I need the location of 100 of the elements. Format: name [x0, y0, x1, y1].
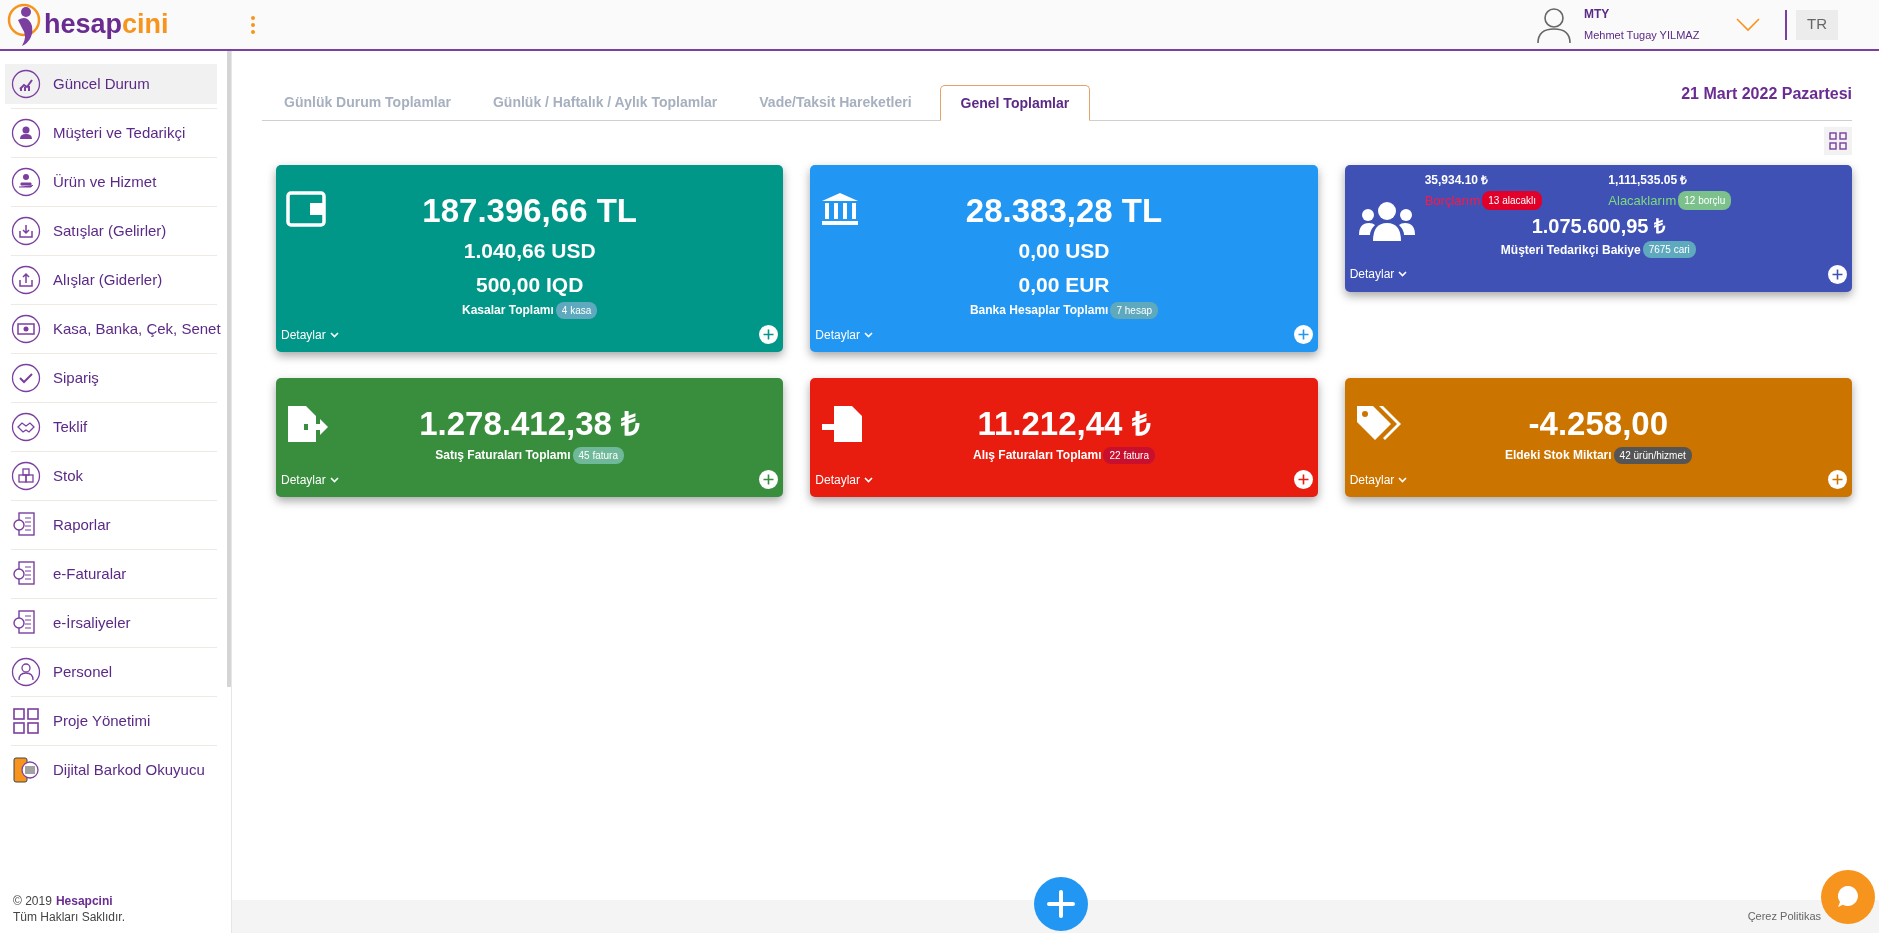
- sidebar-item[interactable]: Proje Yönetimi: [5, 701, 217, 741]
- chevron-down-icon: [864, 476, 873, 483]
- plus-icon: [763, 474, 775, 485]
- bank-icon: [820, 191, 861, 227]
- phone-barcode-icon: [11, 755, 41, 785]
- amount-text: 0,00 EUR: [1018, 272, 1110, 298]
- card-label: Alış Faturaları Toplamı: [973, 447, 1102, 464]
- add-button[interactable]: [1034, 877, 1088, 931]
- upload-icon: [11, 265, 41, 295]
- document-export-icon: [286, 404, 330, 444]
- receivables-label: Alacaklarım: [1608, 192, 1677, 210]
- amount-text: 35,934.10 ₺: [1424, 172, 1490, 189]
- sidebar-item[interactable]: e-İrsaliyeler: [5, 603, 217, 643]
- plus-icon: [1297, 329, 1309, 340]
- amount-text: 1.040,66 USD: [463, 238, 596, 264]
- amount-text: 500,00 IQD: [475, 272, 584, 298]
- copyright-text: © 2019: [13, 893, 52, 909]
- user-initials: MTY: [1584, 6, 1611, 24]
- add-button[interactable]: [1828, 264, 1847, 284]
- wallet-icon: [286, 191, 326, 227]
- menu-dots-icon[interactable]: [250, 14, 256, 35]
- count-badge: 13 alacaklı: [1482, 191, 1543, 211]
- amount-text: 0,00 USD: [1018, 238, 1110, 264]
- count-badge: 12 borçlu: [1678, 191, 1732, 211]
- amount-text: -4.258,00: [1528, 404, 1669, 444]
- add-button[interactable]: [1293, 325, 1313, 344]
- amount-text: 1.278.412,38 ₺: [419, 404, 641, 444]
- chevron-down-icon: [864, 331, 873, 338]
- sidebar-item[interactable]: Alışlar (Giderler): [5, 260, 217, 300]
- sidebar-item[interactable]: Stok: [5, 456, 217, 496]
- tab[interactable]: Genel Toplamlar: [939, 85, 1091, 121]
- add-button[interactable]: [759, 325, 779, 344]
- plus-icon: [1832, 268, 1843, 280]
- chevron-down-icon: [1398, 476, 1408, 483]
- amount-text: 1,111,535.05 ₺: [1608, 172, 1689, 189]
- add-button[interactable]: [1828, 470, 1847, 489]
- sidebar-item[interactable]: Ürün ve Hizmet: [5, 162, 217, 202]
- sidebar-item[interactable]: Müşteri ve Tedarikçi: [5, 113, 217, 153]
- cookie-policy-link[interactable]: Çerez Politikas: [1747, 908, 1821, 925]
- amount-text: 11.212,44 ₺: [977, 404, 1151, 444]
- scrollbar[interactable]: [227, 51, 231, 687]
- count-badge: 7 hesap: [1110, 301, 1159, 319]
- card-label: Kasalar Toplamı: [462, 302, 554, 319]
- card-label: Eldeki Stok Miktarı: [1504, 447, 1612, 464]
- handshake-icon: [11, 412, 41, 442]
- debts-label: Borçlarım: [1424, 192, 1481, 210]
- count-badge: 22 fatura: [1103, 446, 1155, 464]
- grid-view-button[interactable]: [1824, 127, 1852, 155]
- details-button[interactable]: Detaylar: [281, 470, 339, 489]
- chart-icon: [11, 69, 41, 99]
- count-badge: 42 ürün/hizmet: [1613, 446, 1692, 464]
- sidebar-item[interactable]: Raporlar: [5, 505, 217, 545]
- banknote-icon: [11, 314, 41, 344]
- amount-text: 187.396,66 TL: [422, 191, 637, 231]
- chevron-down-icon: [329, 331, 339, 338]
- add-button[interactable]: [1293, 470, 1313, 489]
- person-outline-icon: [11, 657, 41, 687]
- plus-icon: [1297, 474, 1309, 485]
- user-avatar-icon[interactable]: [1536, 5, 1572, 44]
- sidebar-item[interactable]: Güncel Durum: [5, 64, 217, 104]
- download-icon: [11, 216, 41, 246]
- count-badge: 45 fatura: [572, 446, 624, 464]
- details-button[interactable]: Detaylar: [1349, 265, 1408, 283]
- person-icon: [11, 118, 41, 148]
- chat-button[interactable]: [1821, 870, 1875, 924]
- count-badge: 7675 cari: [1642, 241, 1696, 258]
- details-button[interactable]: Detaylar: [815, 470, 873, 489]
- hand-person-icon: [11, 167, 41, 197]
- add-button[interactable]: [759, 470, 779, 489]
- check-icon: [11, 363, 41, 393]
- details-button[interactable]: Detaylar: [281, 325, 339, 344]
- boxes-icon: [11, 461, 41, 491]
- count-badge: 4 kasa: [555, 301, 598, 319]
- plus-icon: [763, 329, 775, 340]
- grid-icon: [11, 706, 41, 736]
- sidebar-item[interactable]: Personel: [5, 652, 217, 692]
- chevron-down-icon[interactable]: [1736, 17, 1760, 32]
- language-button[interactable]: TR: [1796, 9, 1838, 40]
- document-import-icon: [820, 404, 865, 444]
- rights-text: Tüm Hakları Saklıdır.: [13, 909, 127, 925]
- logo-text[interactable]: hesapcini: [44, 11, 169, 38]
- sidebar-item[interactable]: Sipariş: [5, 358, 217, 398]
- chat-bubble-icon: [1835, 884, 1861, 910]
- plus-icon: [1832, 474, 1843, 485]
- chevron-down-icon: [1398, 271, 1408, 277]
- people-icon: [1358, 201, 1415, 241]
- date-text: 21 Mart 2022 Pazartesi: [1681, 84, 1852, 104]
- amount-text: 1.075.600,95 ₺: [1531, 213, 1665, 239]
- user-name: Mehmet Tugay YILMAZ: [1584, 28, 1701, 44]
- amount-text: 28.383,28 TL: [965, 191, 1163, 231]
- sidebar-item[interactable]: Dijital Barkod Okuyucu: [5, 750, 217, 790]
- grid-icon: [1829, 132, 1847, 150]
- card-label: Banka Hesaplar Toplamı: [969, 302, 1109, 319]
- chevron-down-icon: [329, 476, 339, 483]
- sidebar-item[interactable]: Satışlar (Gelirler): [5, 211, 217, 251]
- sidebar-item[interactable]: e-Faturalar: [5, 554, 217, 594]
- sidebar-item[interactable]: Teklif: [5, 407, 217, 447]
- card-label: Satış Faturaları Toplamı: [435, 447, 571, 464]
- card-label: Müşteri Tedarikçi Bakiye: [1500, 241, 1641, 259]
- plus-icon: [1047, 890, 1075, 918]
